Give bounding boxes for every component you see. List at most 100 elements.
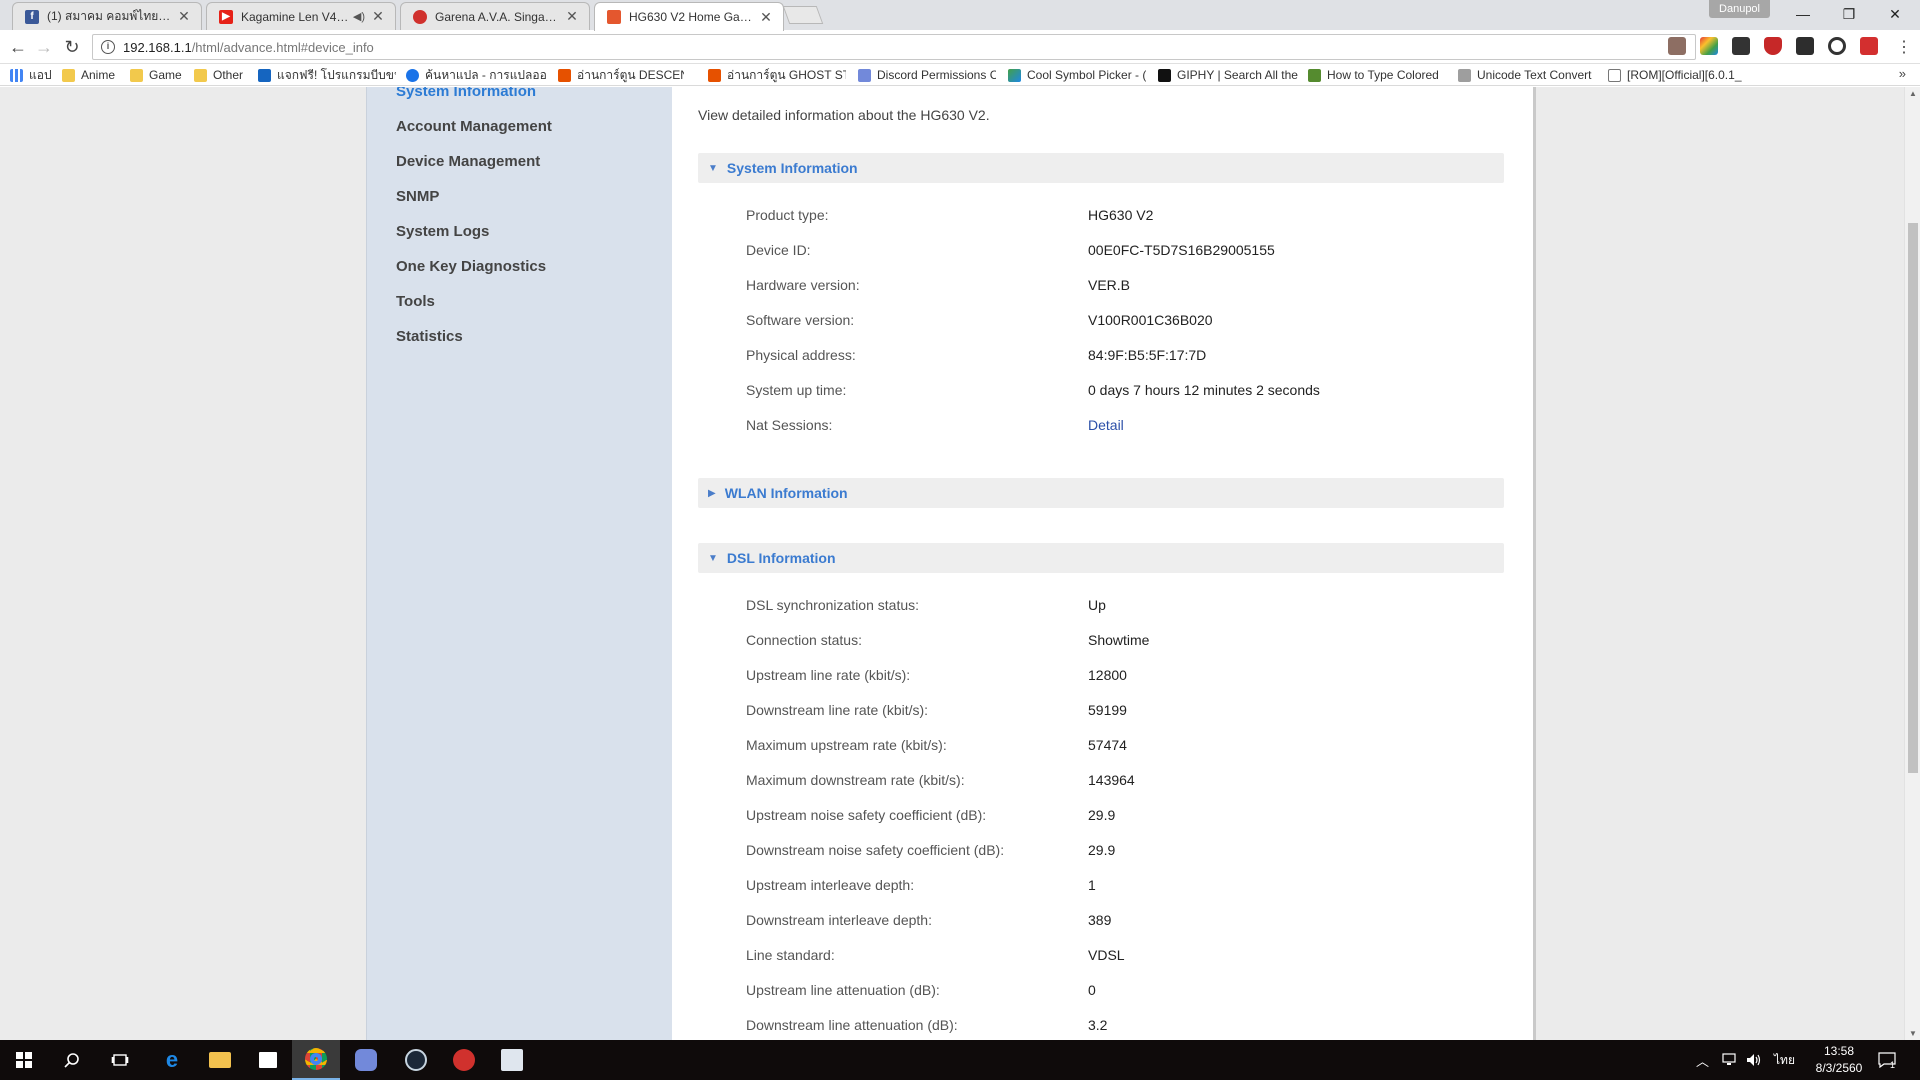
extension-icon[interactable] xyxy=(1700,37,1718,55)
vertical-scrollbar[interactable]: ▲ ▼ xyxy=(1904,87,1920,1040)
bookmark-apps[interactable]: แอป xyxy=(10,67,56,83)
bookmark-label: Cool Symbol Picker - ( xyxy=(1027,68,1146,82)
edge-icon[interactable]: e xyxy=(148,1040,196,1080)
tab-youtube[interactable]: ▶ Kagamine Len V4X ( ◀) ✕ xyxy=(206,2,396,30)
sidebar-item-system-information[interactable]: System Information xyxy=(396,87,536,100)
tab-hg630[interactable]: HG630 V2 Home Gatewa ✕ xyxy=(594,2,784,31)
discord-icon[interactable] xyxy=(342,1040,390,1080)
info-row: Product type: HG630 V2 xyxy=(746,207,1506,227)
info-value: 12800 xyxy=(1088,667,1127,683)
back-button[interactable]: ← xyxy=(6,35,30,59)
section-header-system-information[interactable]: ▼ System Information xyxy=(698,153,1504,183)
scrollbar-thumb[interactable] xyxy=(1908,223,1918,773)
ublock-icon[interactable] xyxy=(1764,37,1782,55)
bookmark-item[interactable]: ค้นหาแปล - การแปลออนไ xyxy=(406,67,546,83)
nat-sessions-detail-link[interactable]: Detail xyxy=(1088,417,1124,433)
extension-icon[interactable] xyxy=(1860,37,1878,55)
sidebar-item-snmp[interactable]: SNMP xyxy=(396,188,439,205)
bookmark-folder[interactable]: Other xyxy=(194,67,250,83)
task-view-icon[interactable] xyxy=(96,1040,144,1080)
extension-icon[interactable] xyxy=(1828,37,1846,55)
apps-grid-icon xyxy=(10,68,23,82)
clock-time: 13:58 xyxy=(1823,1044,1855,1058)
info-label: Connection status: xyxy=(746,632,862,648)
bookmark-item[interactable]: Cool Symbol Picker - ( xyxy=(1008,67,1146,83)
tray-chevron-up-icon[interactable]: ︿ xyxy=(1696,1040,1709,1080)
bookmark-item[interactable]: Unicode Text Convert xyxy=(1458,67,1594,83)
sidebar-item-system-logs[interactable]: System Logs xyxy=(396,223,489,240)
tab-facebook[interactable]: f (1) สมาคม คอมพ์ไทย ระดับโล ✕ xyxy=(12,2,202,30)
info-label: Maximum downstream rate (kbit/s): xyxy=(746,772,965,788)
close-tab-icon[interactable]: ✕ xyxy=(759,9,773,26)
info-value: VER.B xyxy=(1088,277,1131,293)
bookmark-label: Other xyxy=(213,68,244,82)
action-center-icon[interactable]: 1 xyxy=(1878,1040,1896,1080)
section-header-dsl-information[interactable]: ▼ DSL Information xyxy=(698,543,1504,573)
store-icon[interactable] xyxy=(244,1040,292,1080)
reload-button[interactable]: ↻ xyxy=(60,35,84,59)
bookmark-item[interactable]: Discord Permissions C xyxy=(858,67,996,83)
windows-start-icon[interactable] xyxy=(0,1040,48,1080)
chrome-icon[interactable] xyxy=(292,1040,340,1080)
scroll-up-arrow-icon[interactable]: ▲ xyxy=(1909,89,1917,98)
bookmark-folder[interactable]: Anime xyxy=(62,67,122,83)
extension-icon[interactable] xyxy=(1796,37,1814,55)
sidebar-item-device-management[interactable]: Device Management xyxy=(396,153,540,170)
bookmark-label: GIPHY | Search All the xyxy=(1177,68,1298,82)
bookmark-label: Discord Permissions C xyxy=(877,68,996,82)
garena-icon[interactable] xyxy=(440,1040,488,1080)
app-window-icon[interactable] xyxy=(488,1040,536,1080)
sidebar-item-one-key-diagnostics[interactable]: One Key Diagnostics xyxy=(396,258,546,275)
sidebar-item-statistics[interactable]: Statistics xyxy=(396,328,463,345)
bookmark-item[interactable]: แจกฟรี! โปรแกรมบีบขนา xyxy=(258,67,396,83)
sidebar-item-tools[interactable]: Tools xyxy=(396,293,435,310)
close-tab-icon[interactable]: ✕ xyxy=(371,8,385,25)
info-row: Software version: V100R001C36B020 xyxy=(746,312,1506,332)
bookmark-item[interactable]: อ่านการ์ตูน DESCEND xyxy=(558,67,684,83)
network-icon[interactable] xyxy=(1722,1040,1738,1080)
sidebar-item-account-management[interactable]: Account Management xyxy=(396,118,552,135)
bookmark-label: [ROM][Official][6.0.1_ xyxy=(1627,68,1742,82)
volume-icon[interactable] xyxy=(1746,1040,1762,1080)
tab-title: Kagamine Len V4X ( xyxy=(241,9,349,24)
menu-icon[interactable]: ⋮ xyxy=(1892,35,1916,59)
close-tab-icon[interactable]: ✕ xyxy=(565,8,579,25)
bookmark-item[interactable]: How to Type Colored xyxy=(1308,67,1444,83)
extension-icon[interactable] xyxy=(1732,37,1750,55)
tab-garena[interactable]: Garena A.V.A. Singapore ✕ xyxy=(400,2,590,30)
bookmark-item[interactable]: อ่านการ์ตูน GHOST STO xyxy=(708,67,846,83)
info-value: 143964 xyxy=(1088,772,1135,788)
bookmark-label: อ่านการ์ตูน DESCEND xyxy=(577,67,684,82)
extension-icon[interactable] xyxy=(1668,37,1686,55)
info-icon[interactable]: i xyxy=(101,40,115,54)
info-row: Line standard: VDSL xyxy=(746,947,1506,967)
info-value: Showtime xyxy=(1088,632,1150,648)
forward-button[interactable]: → xyxy=(32,35,56,59)
tab-title: (1) สมาคม คอมพ์ไทย ระดับโล xyxy=(47,9,171,23)
speaker-icon[interactable]: ◀) xyxy=(353,10,365,23)
scroll-down-arrow-icon[interactable]: ▼ xyxy=(1909,1029,1917,1038)
section-title: WLAN Information xyxy=(724,485,848,501)
taskbar-clock[interactable]: 13:58 8/3/2560 xyxy=(1804,1043,1874,1077)
restore-button[interactable]: ❐ xyxy=(1826,0,1872,28)
profile-button[interactable]: Danupol xyxy=(1709,0,1770,18)
info-value: 57474 xyxy=(1088,737,1127,753)
minimize-button[interactable]: — xyxy=(1780,0,1826,28)
browser-toolbar: ← → ↻ i 192.168.1.1/html/advance.html#de… xyxy=(0,30,1920,64)
new-tab-button[interactable] xyxy=(782,6,824,24)
input-language[interactable]: ไทย xyxy=(1774,1040,1795,1080)
tab-title: HG630 V2 Home Gatewa xyxy=(629,10,753,24)
chevron-right-icon[interactable]: » xyxy=(1899,66,1906,81)
steam-icon[interactable] xyxy=(392,1040,440,1080)
search-icon[interactable] xyxy=(48,1040,96,1080)
info-value: 59199 xyxy=(1088,702,1127,718)
address-bar[interactable]: i 192.168.1.1/html/advance.html#device_i… xyxy=(92,34,1696,60)
close-tab-icon[interactable]: ✕ xyxy=(177,8,191,25)
close-window-button[interactable]: ✕ xyxy=(1872,0,1918,28)
section-header-wlan-information[interactable]: ▶ WLAN Information xyxy=(698,478,1504,508)
bookmark-item[interactable]: [ROM][Official][6.0.1_ xyxy=(1608,67,1744,83)
triangle-right-icon: ▶ xyxy=(708,487,716,499)
bookmark-folder[interactable]: Game xyxy=(130,67,186,83)
file-explorer-icon[interactable] xyxy=(196,1040,244,1080)
bookmark-item[interactable]: GIPHY | Search All the xyxy=(1158,67,1298,83)
